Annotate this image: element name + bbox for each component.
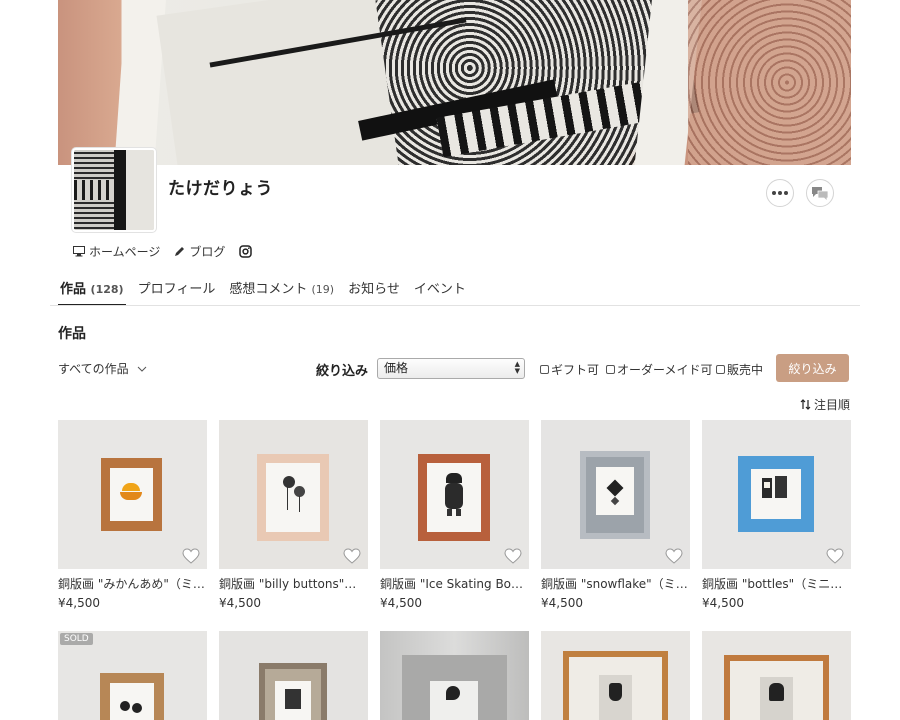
favorite-heart-icon[interactable] (665, 548, 683, 564)
tab-news[interactable]: お知らせ (346, 280, 402, 306)
product-image[interactable] (380, 631, 529, 720)
select-arrows-icon: ▲ ▼ (514, 360, 520, 375)
more-options-button[interactable] (766, 179, 794, 207)
tab-comments[interactable]: 感想コメント (19) (227, 280, 336, 306)
favorite-heart-icon[interactable] (826, 548, 844, 564)
product-image[interactable] (58, 420, 207, 569)
monitor-icon (73, 246, 85, 257)
message-button[interactable] (806, 179, 834, 207)
product-card[interactable]: 銅版画 "snowflake"（ミニ額） ¥4,500 (541, 420, 690, 610)
sort-icon (800, 399, 811, 410)
tab-events[interactable]: イベント (412, 280, 468, 306)
favorite-heart-icon[interactable] (504, 548, 522, 564)
blog-label: ブログ (189, 245, 226, 259)
filter-button[interactable]: 絞り込み (776, 354, 849, 382)
sold-badge: SOLD (60, 633, 93, 645)
product-price: ¥4,500 (380, 596, 422, 610)
cover-image (58, 0, 851, 165)
chat-icon (812, 187, 829, 200)
blog-link[interactable]: ブログ (174, 243, 225, 260)
avatar[interactable] (72, 148, 156, 232)
profile-tabs: 作品 (128) プロフィール 感想コメント (19) お知らせ イベント (58, 280, 478, 306)
product-card[interactable] (219, 631, 368, 720)
product-image[interactable]: SOLD (58, 631, 207, 720)
product-card[interactable] (702, 631, 851, 720)
product-card[interactable] (380, 631, 529, 720)
product-image[interactable] (380, 420, 529, 569)
sort-control[interactable]: 注目順 (800, 396, 850, 413)
order-made-checkbox[interactable]: オーダーメイド可 (606, 361, 713, 378)
on-sale-checkbox[interactable]: 販売中 (716, 361, 763, 378)
product-image[interactable] (541, 631, 690, 720)
product-title[interactable]: 銅版画 "billy buttons"（ミニ額） (219, 575, 368, 592)
product-image[interactable] (541, 420, 690, 569)
product-image[interactable] (219, 631, 368, 720)
more-icon (772, 191, 788, 195)
tab-profile[interactable]: プロフィール (136, 280, 218, 306)
product-card[interactable]: 銅版画 "bottles"（ミニ額） ¥4,500 (702, 420, 851, 610)
product-title[interactable]: 銅版画 "みかんあめ"（ミニ額） (58, 575, 207, 592)
homepage-label: ホームページ (89, 245, 161, 259)
product-title[interactable]: 銅版画 "snowflake"（ミニ額） (541, 575, 690, 592)
category-dropdown[interactable]: すべての作品 (58, 360, 147, 377)
product-title[interactable]: 銅版画 "bottles"（ミニ額） (702, 575, 851, 592)
product-card[interactable]: 銅版画 "Ice Skating Boy"（ミニ額） ¥4,500 (380, 420, 529, 610)
product-card[interactable]: 銅版画 "みかんあめ"（ミニ額） ¥4,500 (58, 420, 207, 610)
price-select[interactable]: 価格 ▲ ▼ (377, 358, 525, 379)
tabs-divider (50, 305, 860, 306)
product-image[interactable] (702, 631, 851, 720)
instagram-icon (239, 245, 253, 258)
product-image[interactable] (702, 420, 851, 569)
product-price: ¥4,500 (58, 596, 100, 610)
chevron-down-icon (137, 366, 147, 372)
instagram-link[interactable] (239, 245, 253, 258)
tab-works[interactable]: 作品 (128) (58, 280, 126, 306)
product-card[interactable]: 銅版画 "billy buttons"（ミニ額） ¥4,500 (219, 420, 368, 610)
product-price: ¥4,500 (702, 596, 744, 610)
homepage-link[interactable]: ホームページ (73, 243, 160, 260)
product-card[interactable]: SOLD (58, 631, 207, 720)
profile-name: たけだりょう (168, 179, 273, 199)
filter-label: 絞り込み (316, 364, 369, 379)
gift-checkbox[interactable]: ギフト可 (540, 361, 599, 378)
product-card[interactable] (541, 631, 690, 720)
product-image[interactable] (219, 420, 368, 569)
favorite-heart-icon[interactable] (343, 548, 361, 564)
pencil-icon (175, 247, 185, 256)
favorite-heart-icon[interactable] (182, 548, 200, 564)
product-title[interactable]: 銅版画 "Ice Skating Boy"（ミニ額） (380, 575, 529, 592)
product-price: ¥4,500 (541, 596, 583, 610)
section-title: 作品 (58, 326, 86, 342)
product-price: ¥4,500 (219, 596, 261, 610)
profile-links: ホームページ ブログ (73, 243, 253, 260)
